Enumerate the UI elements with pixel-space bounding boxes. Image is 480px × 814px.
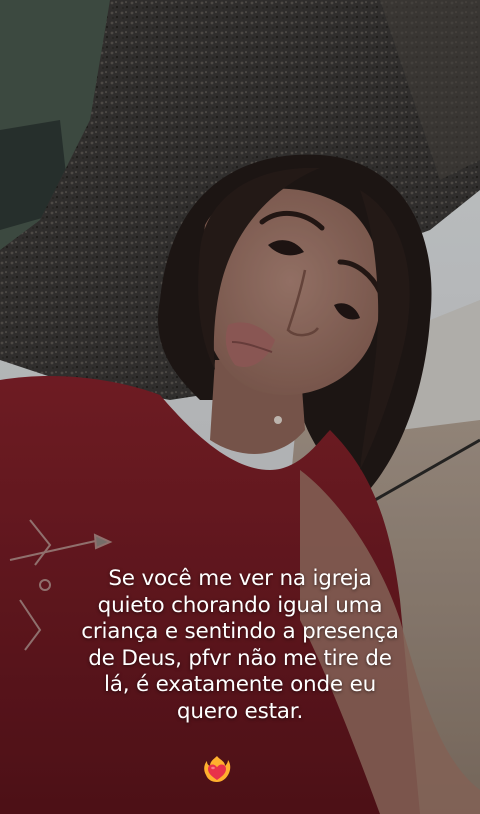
caption-line: lá, é exatamente onde eu [103, 672, 377, 697]
caption-line: de Deus, pfvr não me tire de [88, 645, 392, 671]
caption-line: Se você me ver na igreja [108, 566, 372, 591]
caption-line: criança e sentindo a presença [81, 619, 399, 644]
heart-on-fire-emoji [204, 756, 231, 782]
caption-line: quieto chorando igual uma [97, 592, 383, 618]
story-view[interactable]: Se você me ver na igreja quieto chorando… [0, 0, 480, 814]
caption-line: quero estar. [176, 698, 304, 724]
story-caption: Se você me ver na igreja quieto chorando… [40, 566, 440, 725]
